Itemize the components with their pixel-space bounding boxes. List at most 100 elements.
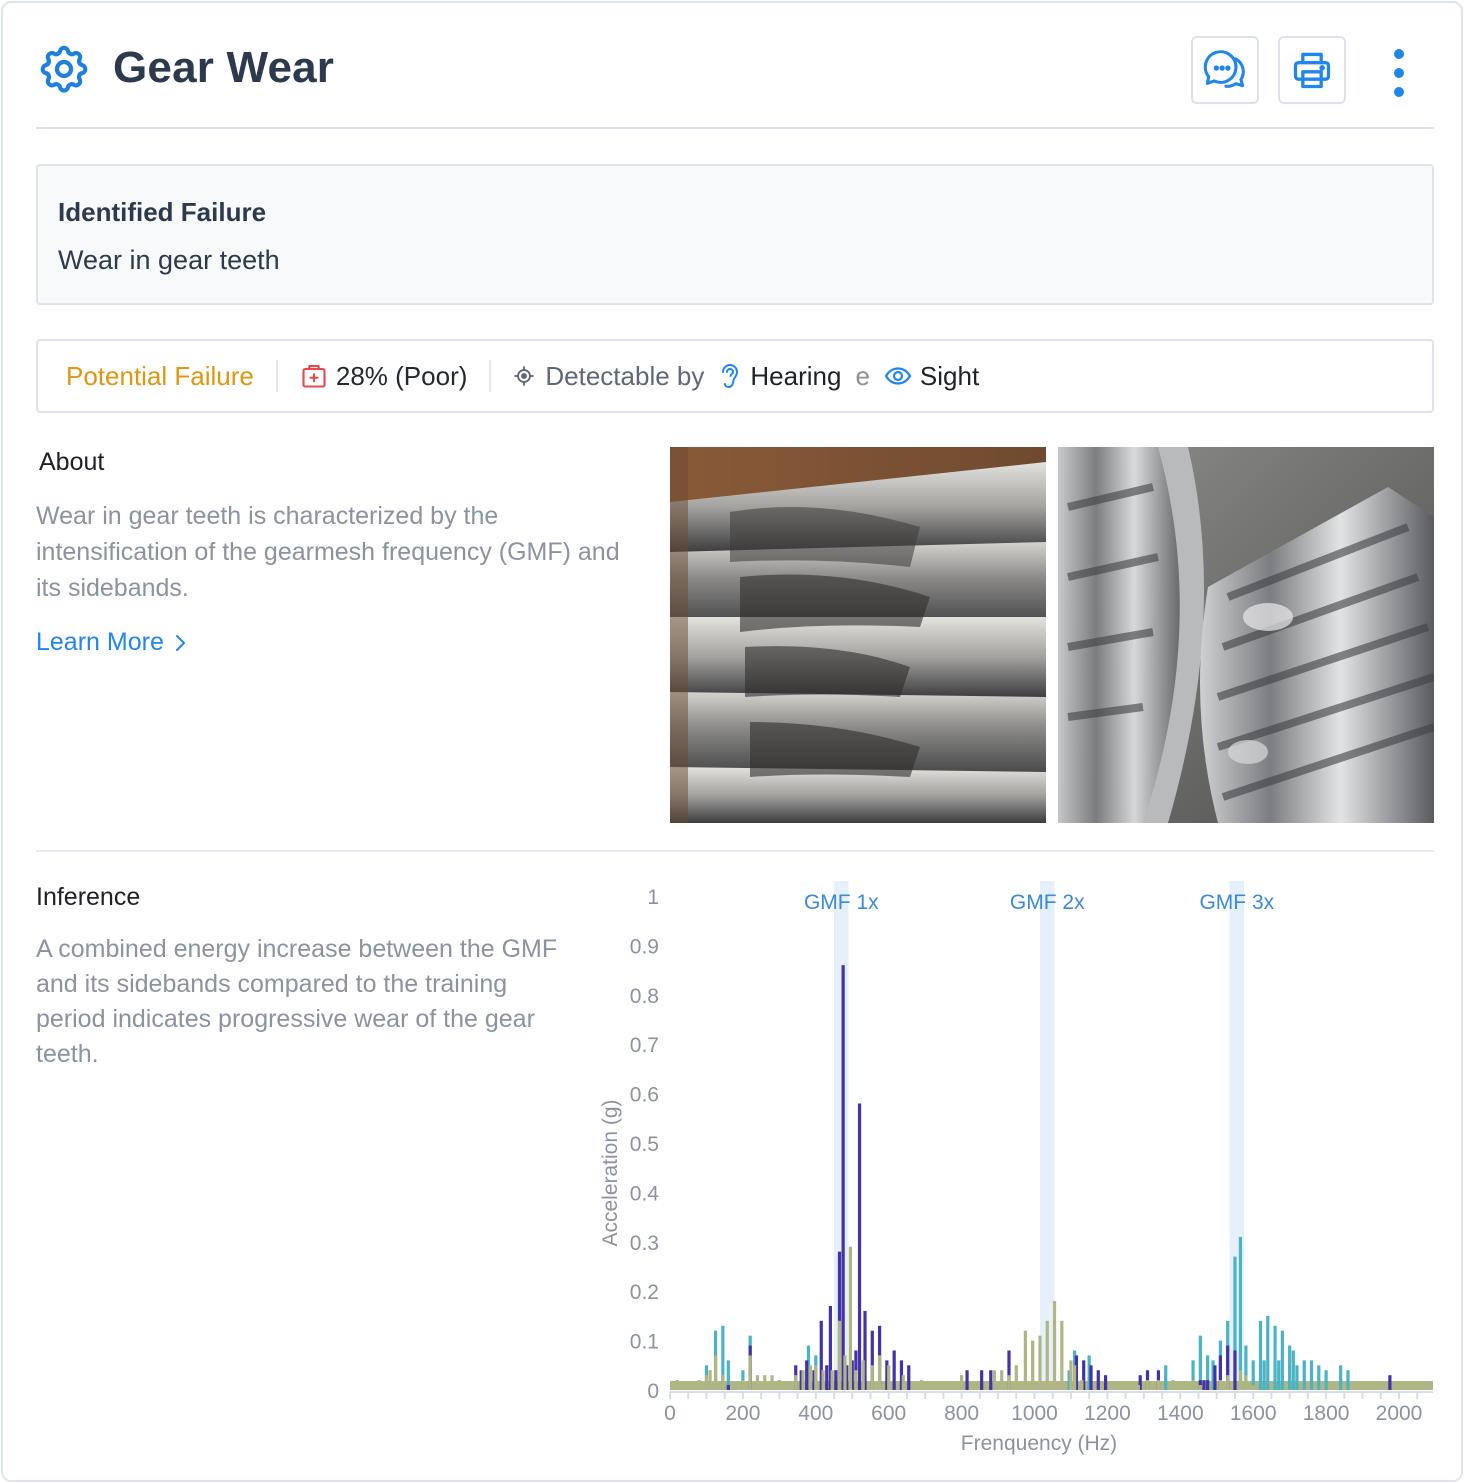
spectrum-bar-purple (1206, 1380, 1210, 1390)
spectrum-bar-olive (721, 1375, 725, 1390)
ear-icon (722, 364, 739, 388)
failure-type-badge: Potential Failure (66, 360, 254, 391)
frequency-spectrum-chart: GMF 1x GMF 2x GMF 3x 0 200 400 600 800 1000 1200… (583, 873, 1453, 1463)
status-bar: Potential Failure 28% (Poor) Detectable … (36, 339, 1434, 413)
about-text: Wear in gear teeth is characterized by t… (36, 502, 620, 602)
x-tick-label: 1800 (1303, 1402, 1350, 1425)
learn-more-link[interactable]: Learn More (36, 628, 186, 657)
spectrum-bar-olive (777, 1380, 781, 1390)
spectrum-bar-olive (1045, 1320, 1049, 1390)
y-tick-label: 1 (647, 886, 659, 909)
spectrum-bar-olive (1244, 1375, 1248, 1390)
spectrum-bar-olive (1023, 1330, 1027, 1390)
more-vertical-icon (1394, 49, 1404, 59)
spectrum-bar-olive (821, 1370, 825, 1390)
spectrum-bar-purple (1103, 1375, 1108, 1390)
spectrum-bar-teal (1258, 1320, 1263, 1390)
spectrum-bar-olive (755, 1375, 760, 1390)
spectrum-bar-olive (1375, 1385, 1379, 1390)
detectable-label: Detectable by (545, 360, 705, 391)
spectrum-bar-teal (1262, 1360, 1266, 1390)
spectrum-bar-olive (848, 1246, 853, 1390)
y-tick-label: 0.8 (630, 985, 659, 1008)
spectrum-bar-olive (1069, 1360, 1073, 1390)
spectrum-bar-olive (748, 1355, 752, 1390)
sense-hearing: Hearing (718, 361, 841, 392)
spectrum-bar-teal (1288, 1345, 1292, 1390)
spectrum-bar-olive (741, 1380, 745, 1390)
conjunction-text: e (855, 360, 870, 391)
gear-icon (40, 45, 88, 93)
failure-detail-card: Gear Wear Identified Failure Wear in gea… (1, 1, 1463, 1482)
spectrum-bar-purple (726, 1385, 730, 1390)
spectrum-bar-teal (1346, 1370, 1350, 1390)
gmf-band-label: GMF 1x (804, 891, 879, 914)
spectrum-bar-olive (843, 1355, 847, 1390)
spectrum-bar-olive (837, 1320, 842, 1390)
spectrum-bar-teal (1317, 1365, 1321, 1390)
spectrum-bar-teal (1280, 1330, 1284, 1390)
gmf-band-label: GMF 3x (1199, 891, 1274, 914)
spectrum-bar-olive (1251, 1385, 1255, 1390)
spectrum-bar-olive (861, 1360, 865, 1390)
spectrum-bar-teal (1277, 1360, 1281, 1390)
spectrum-bar-teal (1273, 1325, 1277, 1390)
y-tick-label: 0.1 (630, 1331, 659, 1354)
sense-label: Hearing (750, 360, 842, 391)
spectrum-bar-olive (1007, 1375, 1011, 1390)
spectrum-bar-teal (1238, 1236, 1243, 1390)
x-tick-label: 2000 (1376, 1402, 1423, 1425)
gear-photo-damaged-teeth[interactable] (1058, 447, 1434, 823)
page-title: Gear Wear (113, 43, 335, 92)
spectrum-bar-olive (1218, 1380, 1222, 1390)
x-tick-label: 600 (871, 1402, 906, 1425)
spectrum-bar-purple (805, 1360, 809, 1390)
spectrum-bar-teal (1291, 1350, 1295, 1390)
spectrum-bar-olive (960, 1375, 964, 1390)
spectrum-bar-olive (1191, 1380, 1195, 1390)
more-options-button[interactable] (1384, 45, 1414, 101)
spectrum-bar-olive (770, 1375, 774, 1390)
sense-label: Sight (919, 360, 980, 391)
about-title: About (39, 448, 105, 476)
x-tick-label: 0 (664, 1402, 676, 1425)
x-tick-label: 200 (725, 1402, 760, 1425)
spectrum-bar-olive (801, 1370, 805, 1390)
spectrum-bar-purple (841, 965, 845, 1390)
gmf-band-label: GMF 2x (1010, 891, 1085, 914)
x-tick-label: 400 (798, 1402, 833, 1425)
spectrum-bar-teal (1266, 1315, 1270, 1390)
spectrum-bar-olive (704, 1375, 709, 1390)
spectrum-bar-teal (1164, 1365, 1168, 1390)
comments-button[interactable] (1191, 36, 1259, 104)
x-tick-label: 1400 (1157, 1402, 1204, 1425)
spectrum-bar-olive (697, 1380, 701, 1390)
spectrum-bar-olive (992, 1370, 997, 1390)
spectrum-bar-olive (1226, 1375, 1230, 1390)
detectable-by: Detectable by (513, 361, 704, 392)
chevron-right-icon (175, 634, 185, 651)
gear-photo-worn-teeth[interactable] (670, 447, 1046, 823)
printer-icon (1293, 52, 1331, 89)
spectrum-bar-olive (919, 1380, 924, 1390)
medical-kit-icon (302, 365, 326, 388)
spectrum-bar-olive (1171, 1380, 1175, 1390)
y-tick-label: 0 (647, 1380, 659, 1403)
x-tick-label: 800 (944, 1402, 979, 1425)
spectrum-bar-purple (825, 1365, 829, 1390)
inference-title: Inference (36, 883, 141, 911)
y-axis-label: Acceleration (g) (599, 1099, 622, 1246)
y-tick-label: 0.9 (630, 935, 659, 958)
spectrum-bar-olive (901, 1375, 905, 1390)
spectrum-bar-olive (1052, 1301, 1057, 1390)
y-tick-label: 0.6 (630, 1084, 659, 1107)
divider (489, 360, 492, 392)
spectrum-bar-purple (857, 1103, 862, 1390)
spectrum-bar-olive (763, 1375, 767, 1390)
spectrum-bar-olive (1060, 1320, 1064, 1390)
spectrum-bar-purple (1388, 1375, 1392, 1390)
print-button[interactable] (1278, 36, 1346, 104)
gmf-band (1039, 881, 1055, 1390)
spectrum-bar-olive (675, 1380, 679, 1390)
photo-image (670, 447, 1046, 823)
